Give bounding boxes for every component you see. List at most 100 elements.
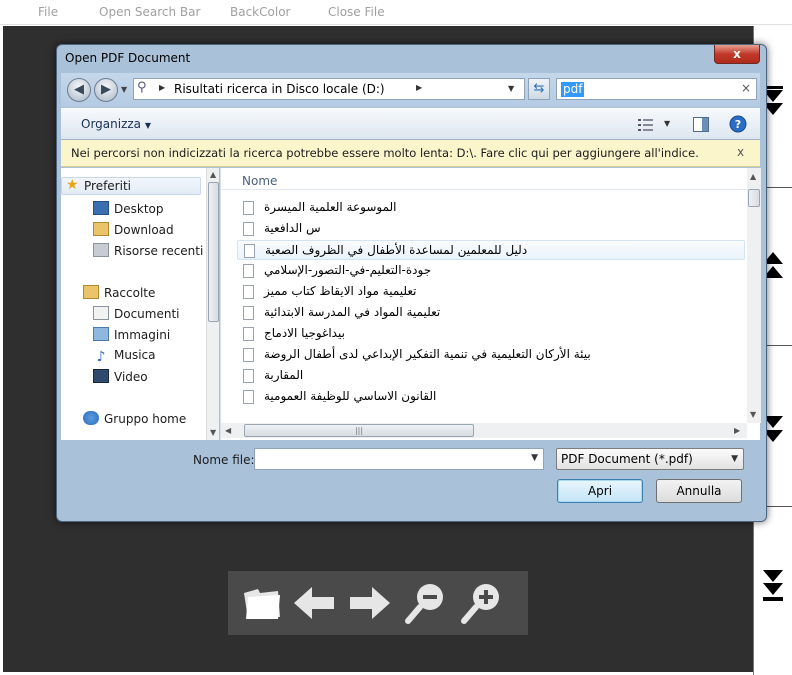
scroll-up-icon[interactable]: ▲ <box>750 172 756 181</box>
view-options-icon[interactable] <box>638 118 654 132</box>
file-list-horizontal-scrollbar[interactable]: ◀ ||| ▶ <box>221 423 747 438</box>
video-icon <box>93 369 109 383</box>
file-name: الموسوعة العلمية الميسرة <box>264 200 397 214</box>
filename-input[interactable]: ▼ <box>254 448 544 470</box>
menu-file[interactable]: File <box>38 5 58 19</box>
address-dropdown-icon[interactable]: ▼ <box>508 84 514 93</box>
list-item[interactable]: تعليمية مواد الايقاظ كتاب مميز <box>237 282 745 302</box>
list-item[interactable]: المقاربة <box>237 366 745 386</box>
nav-item-homegroup[interactable]: Gruppo home <box>83 411 186 429</box>
breadcrumb-chevron-icon[interactable]: ▶ <box>416 83 422 92</box>
clear-search-icon[interactable]: × <box>741 81 751 95</box>
info-bar-text[interactable]: Nei percorsi non indicizzati la ricerca … <box>71 146 699 160</box>
libraries-icon <box>83 285 99 299</box>
desktop-icon <box>93 201 109 215</box>
filetype-dropdown-icon[interactable]: ▼ <box>731 454 738 464</box>
zoom-out-icon[interactable] <box>400 579 450 627</box>
nav-item-desktop[interactable]: Desktop <box>93 201 164 219</box>
dialog-close-button[interactable]: x <box>714 45 760 64</box>
filename-label: Nome file: <box>193 453 255 467</box>
file-name: تعليمية مواد الايقاظ كتاب مميز <box>264 284 417 298</box>
pdf-file-icon <box>244 244 255 258</box>
back-arrow-icon: ◀ <box>74 82 84 97</box>
file-name: بيداغوجيا الادماج <box>264 326 345 340</box>
svg-text:?: ? <box>735 118 741 131</box>
address-breadcrumb[interactable]: Risultati ricerca in Disco locale (D:) <box>174 82 385 96</box>
organize-label: Organizza <box>81 117 142 131</box>
navigation-pane: ★ Preferiti Desktop Download Risorse rec… <box>61 168 219 440</box>
pdf-file-icon <box>243 306 254 320</box>
pdf-file-icon <box>243 327 254 341</box>
pdf-file-icon <box>243 264 254 278</box>
scroll-down-icon[interactable]: ▼ <box>210 428 216 437</box>
nav-label: Musica <box>114 348 156 362</box>
index-info-bar[interactable]: Nei percorsi non indicizzati la ricerca … <box>61 140 760 167</box>
list-item[interactable]: بيداغوجيا الادماج <box>237 324 745 344</box>
homegroup-icon <box>83 411 99 425</box>
refresh-button[interactable]: ⇆ <box>528 78 550 100</box>
refresh-icon: ⇆ <box>533 81 545 96</box>
nav-label: Documenti <box>114 307 180 321</box>
star-icon: ★ <box>66 177 79 193</box>
menu-close-file[interactable]: Close File <box>328 5 385 19</box>
breadcrumb-chevron-icon[interactable]: ▶ <box>159 83 165 92</box>
column-name-header[interactable]: Nome <box>242 174 277 188</box>
scroll-down-icon[interactable]: ▼ <box>750 410 756 419</box>
view-dropdown-icon[interactable]: ▼ <box>664 119 670 128</box>
vertical-scroll-thumb[interactable] <box>748 189 760 207</box>
nav-item-libraries[interactable]: Raccolte <box>83 285 155 303</box>
forward-button[interactable]: ▶ <box>94 78 118 102</box>
history-dropdown-icon[interactable]: ▼ <box>121 85 127 94</box>
last-page-icon[interactable] <box>760 570 786 614</box>
back-button[interactable]: ◀ <box>67 78 91 102</box>
list-item[interactable]: بيئة الأركان التعليمية في تنمية التفكير … <box>237 345 745 365</box>
back-arrow-icon[interactable] <box>290 579 340 627</box>
nav-item-documents[interactable]: Documenti <box>93 306 180 324</box>
menu-bar: File Open Search Bar BackColor Close Fil… <box>0 0 792 25</box>
menu-open-search-bar[interactable]: Open Search Bar <box>99 5 200 19</box>
menu-backcolor[interactable]: BackColor <box>230 5 290 19</box>
list-item[interactable]: جودة-التعليم-في-التصور-الإسلامي <box>237 261 745 281</box>
horizontal-scroll-thumb[interactable]: ||| <box>244 424 474 437</box>
list-item[interactable]: س الدافعية <box>237 219 745 239</box>
cancel-button[interactable]: Annulla <box>656 479 742 503</box>
nav-label: Gruppo home <box>104 412 187 426</box>
nav-scroll-thumb[interactable] <box>208 182 219 322</box>
zoom-in-icon[interactable] <box>456 579 506 627</box>
nav-item-download[interactable]: Download <box>93 222 174 240</box>
file-list-vertical-scrollbar[interactable]: ▲ ▼ <box>747 168 761 423</box>
nav-item-favorites[interactable]: ★ Preferiti <box>61 177 201 195</box>
info-bar-close-icon[interactable]: x <box>737 145 744 159</box>
list-item-selected[interactable]: دليل للمعلمين لمساعدة الأطفال في الظروف … <box>237 240 745 260</box>
pdf-file-icon <box>243 285 254 299</box>
nav-item-recent[interactable]: Risorse recenti <box>93 243 203 261</box>
file-name: القانون الاساسي للوظيفة العمومية <box>264 389 437 403</box>
search-input[interactable]: pdf <box>561 82 585 97</box>
open-button[interactable]: Apri <box>557 479 643 503</box>
scroll-left-icon[interactable]: ◀ <box>225 426 231 435</box>
scroll-up-icon[interactable]: ▲ <box>210 170 216 179</box>
preview-pane-icon[interactable] <box>693 117 709 132</box>
filetype-select[interactable]: PDF Document (*.pdf) ▼ <box>556 448 744 470</box>
nav-item-music[interactable]: ♪ Musica <box>93 348 156 366</box>
file-name: جودة-التعليم-في-التصور-الإسلامي <box>264 263 432 277</box>
list-item[interactable]: تعليمية المواد في المدرسة الابتدائية <box>237 303 745 323</box>
pdf-file-icon <box>243 390 254 404</box>
nav-label: Download <box>114 223 174 237</box>
help-icon[interactable]: ? <box>729 115 747 133</box>
organize-menu-button[interactable]: Organizza ▼ <box>81 117 151 131</box>
filename-dropdown-icon[interactable]: ▼ <box>531 453 538 463</box>
music-icon: ♪ <box>96 349 106 365</box>
list-item[interactable]: الموسوعة العلمية الميسرة <box>237 198 745 218</box>
scroll-right-icon[interactable]: ▶ <box>734 426 740 435</box>
search-box[interactable]: pdf × <box>556 78 757 100</box>
address-bar[interactable]: ⚲ ▶ Risultati ricerca in Disco locale (D… <box>133 78 525 100</box>
file-list: Nome الموسوعة العلمية الميسرة س الدافعية… <box>220 168 761 440</box>
column-header[interactable]: Nome <box>221 170 747 190</box>
open-folder-icon[interactable] <box>236 579 286 627</box>
list-item[interactable]: القانون الاساسي للوظيفة العمومية <box>237 387 745 407</box>
nav-scrollbar[interactable]: ▲ ▼ <box>206 168 219 440</box>
nav-item-images[interactable]: Immagini <box>93 327 170 345</box>
forward-arrow-icon[interactable] <box>344 579 394 627</box>
nav-item-video[interactable]: Video <box>93 369 148 387</box>
